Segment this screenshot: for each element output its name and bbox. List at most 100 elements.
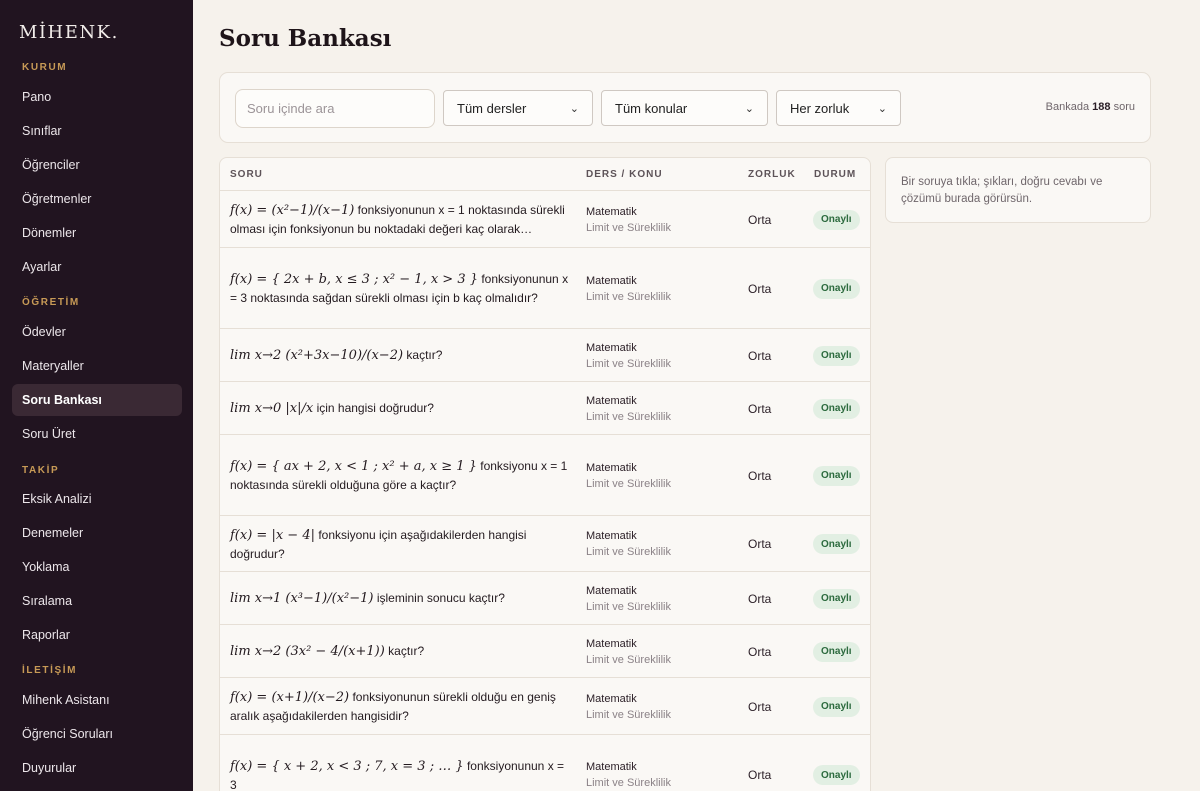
sidebar-item-siniflar[interactable]: Sınıflar — [12, 115, 182, 147]
header-question[interactable]: SORU — [230, 169, 263, 180]
subject-cell: Matematik Limit ve Süreklilik — [586, 460, 671, 492]
sidebar-item-raporlar[interactable]: Raporlar — [12, 619, 182, 651]
difficulty-cell: Orta — [748, 537, 772, 551]
question-content: f(x) = { 2x + b, x ≤ 3 ; x² − 1, x > 3 }… — [230, 270, 570, 307]
difficulty-cell: Orta — [748, 591, 772, 606]
table-row[interactable]: f(x) = { x + 2, x < 3 ; 7, x = 3 ; … } f… — [220, 735, 870, 791]
header-difficulty[interactable]: ZORLUK — [748, 169, 796, 180]
difficulty-select[interactable]: Her zorluk ⌄ — [776, 90, 901, 126]
sidebar-item-ayarlar[interactable]: Ayarlar — [12, 251, 182, 283]
subject-cell: Matematik Limit ve Süreklilik — [586, 204, 671, 236]
sidebar-item-pano[interactable]: Pano — [12, 81, 182, 113]
status-badge: Onaylı — [813, 209, 860, 230]
status-badge: Onaylı — [813, 345, 860, 366]
question-math: f(x) = { ax + 2, x < 1 ; x² + a, x ≥ 1 } — [230, 459, 477, 474]
sidebar-item-denemeler[interactable]: Denemeler — [12, 517, 182, 549]
question-cell: lim x→1 (x³−1)/(x²−1) işleminin sonucu k… — [230, 572, 570, 625]
subject-name: Matematik — [586, 584, 637, 597]
bank-count-prefix: Bankada — [1045, 101, 1090, 113]
sidebar-item-ogrenciler[interactable]: Öğrenciler — [12, 149, 182, 181]
question-math: f(x) = { x + 2, x < 3 ; 7, x = 3 ; … } — [230, 758, 464, 774]
topic-select[interactable]: Tüm konular ⌄ — [601, 90, 768, 126]
page-title: Soru Bankası — [219, 25, 392, 52]
topic-name: Limit ve Süreklilik — [586, 221, 671, 234]
subject-cell: Matematik Limit ve Süreklilik — [586, 636, 671, 668]
question-math: lim x→0 |x|/x — [230, 401, 314, 416]
sidebar-item-eksik-analizi[interactable]: Eksik Analizi — [12, 483, 182, 515]
difficulty-cell: Orta — [748, 699, 772, 714]
question-content: lim x→0 |x|/x için hangisi doğrudur? — [230, 399, 434, 418]
table-row[interactable]: lim x→0 |x|/x için hangisi doğrudur? Mate… — [220, 382, 870, 435]
topic-name: Limit ve Süreklilik — [586, 546, 671, 558]
topic-name: Limit ve Süreklilik — [586, 357, 671, 370]
subject-select[interactable]: Tüm dersler ⌄ — [443, 90, 593, 126]
question-content: f(x) = (x+1)/(x−2) fonksiyonunun sürekli… — [230, 688, 570, 725]
question-cell: lim x→2 (x²+3x−10)/(x−2) kaçtır? — [230, 329, 570, 382]
question-math: f(x) = { 2x + b, x ≤ 3 ; x² − 1, x > 3 } — [230, 272, 478, 287]
sidebar-item-ogrenci-sorulari[interactable]: Öğrenci Soruları — [12, 718, 182, 750]
status-badge: Onaylı — [813, 696, 860, 717]
table-row[interactable]: f(x) = |x − 4| fonksiyonu için aşağıdaki… — [220, 516, 870, 572]
question-content: f(x) = { x + 2, x < 3 ; 7, x = 3 ; … } f… — [230, 757, 570, 791]
subject-name: Matematik — [586, 530, 637, 542]
topic-name: Limit ve Süreklilik — [586, 477, 671, 490]
bank-count: Bankada 188 soru — [1046, 101, 1135, 113]
difficulty-cell: Orta — [748, 348, 772, 363]
sidebar-item-yoklama[interactable]: Yoklama — [12, 551, 182, 583]
sidebar-item-materyaller[interactable]: Materyaller — [12, 350, 182, 382]
table-row[interactable]: f(x) = { ax + 2, x < 1 ; x² + a, x ≥ 1 }… — [220, 435, 870, 516]
question-cell: f(x) = (x²−1)/(x−1) fonksiyonunun x = 1 … — [230, 191, 570, 248]
topic-name: Limit ve Süreklilik — [586, 708, 671, 721]
sidebar-item-soru-uret[interactable]: Soru Üret — [12, 418, 182, 450]
table-row[interactable]: f(x) = (x+1)/(x−2) fonksiyonunun sürekli… — [220, 678, 870, 735]
sidebar-item-siralama[interactable]: Sıralama — [12, 585, 182, 617]
status-badge: Onaylı — [813, 278, 860, 299]
subject-name: Matematik — [586, 341, 637, 354]
sidebar-section-ogretim: ÖĞRETİM — [22, 297, 80, 308]
bank-count-suffix: soru — [1113, 101, 1135, 113]
status-badge: Onaylı — [813, 765, 860, 785]
status-badge: Onaylı — [813, 588, 860, 609]
table-header: SORU DERS / KONU ZORLUK DURUM — [220, 158, 870, 191]
status-badge: Onaylı — [813, 398, 860, 419]
search-input[interactable] — [235, 89, 435, 128]
topic-name: Limit ve Süreklilik — [586, 600, 671, 613]
question-math: lim x→2 (3x² − 4/(x+1)) — [230, 644, 385, 659]
sidebar: MİHENK. KURUM Pano Sınıflar Öğrenciler Ö… — [0, 0, 193, 791]
question-table: SORU DERS / KONU ZORLUK DURUM f(x) = (x²… — [219, 157, 871, 791]
difficulty-cell: Orta — [748, 212, 772, 227]
header-status[interactable]: DURUM — [814, 169, 856, 180]
sidebar-item-duyurular[interactable]: Duyurular — [12, 752, 182, 784]
question-cell: f(x) = { x + 2, x < 3 ; 7, x = 3 ; … } f… — [230, 735, 570, 791]
question-text: işleminin sonucu kaçtır? — [376, 591, 505, 605]
sidebar-item-soru-bankasi[interactable]: Soru Bankası — [12, 384, 182, 416]
chevron-down-icon: ⌄ — [569, 102, 579, 115]
sidebar-item-mihenk-asistani[interactable]: Mihenk Asistanı — [12, 684, 182, 716]
sidebar-section-kurum: KURUM — [22, 62, 68, 73]
status-badge: Onaylı — [813, 534, 860, 554]
question-cell: f(x) = |x − 4| fonksiyonu için aşağıdaki… — [230, 516, 570, 572]
topic-name: Limit ve Süreklilik — [586, 410, 671, 423]
question-text: kaçtır? — [388, 644, 425, 658]
question-text: kaçtır? — [406, 348, 443, 362]
question-text: için hangisi doğrudur? — [316, 401, 434, 415]
subject-name: Matematik — [586, 205, 637, 218]
sidebar-item-odevler[interactable]: Ödevler — [12, 316, 182, 348]
bank-count-value: 188 — [1092, 101, 1111, 113]
sidebar-item-donemler[interactable]: Dönemler — [12, 217, 182, 249]
subject-cell: Matematik Limit ve Süreklilik — [586, 273, 671, 305]
question-content: f(x) = { ax + 2, x < 1 ; x² + a, x ≥ 1 }… — [230, 457, 570, 494]
table-row[interactable]: lim x→1 (x³−1)/(x²−1) işleminin sonucu k… — [220, 572, 870, 625]
table-row[interactable]: lim x→2 (3x² − 4/(x+1)) kaçtır? Matematik… — [220, 625, 870, 678]
sidebar-item-ogretmenler[interactable]: Öğretmenler — [12, 183, 182, 215]
header-subject[interactable]: DERS / KONU — [586, 169, 663, 180]
question-content: lim x→2 (3x² − 4/(x+1)) kaçtır? — [230, 642, 424, 661]
table-row[interactable]: f(x) = (x²−1)/(x−1) fonksiyonunun x = 1 … — [220, 191, 870, 248]
topic-select-value: Tüm konular — [615, 100, 688, 116]
table-row[interactable]: f(x) = { 2x + b, x ≤ 3 ; x² − 1, x > 3 }… — [220, 248, 870, 329]
table-row[interactable]: lim x→2 (x²+3x−10)/(x−2) kaçtır? Matemati… — [220, 329, 870, 382]
status-badge: Onaylı — [813, 465, 860, 486]
brand-logo[interactable]: MİHENK. — [19, 22, 119, 43]
topic-name: Limit ve Süreklilik — [586, 653, 671, 666]
subject-name: Matematik — [586, 761, 637, 773]
